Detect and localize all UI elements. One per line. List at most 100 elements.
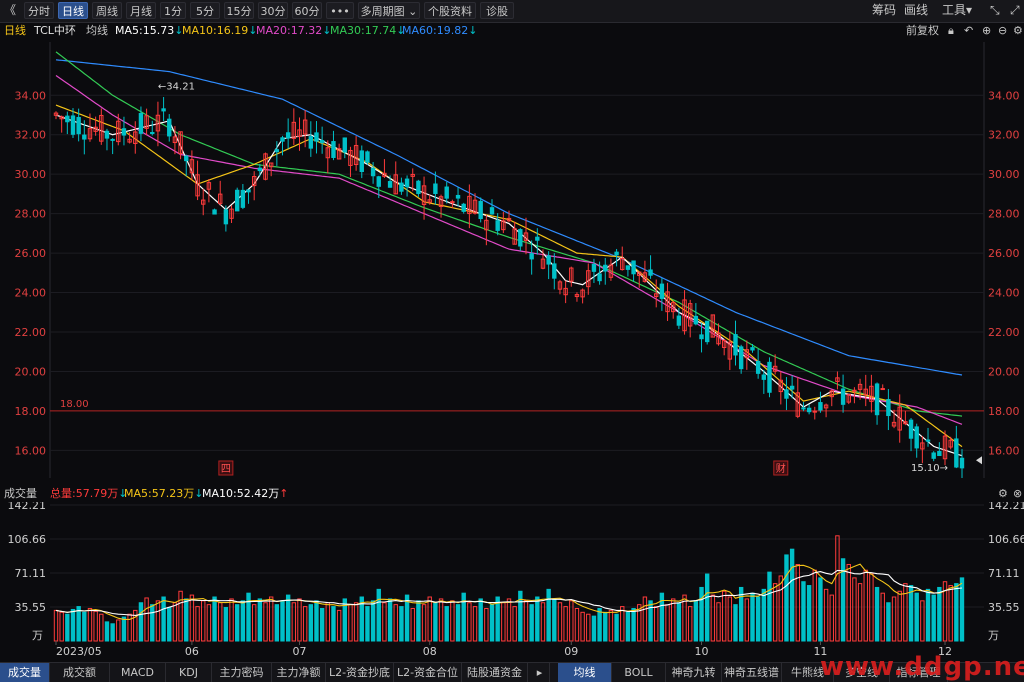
volume-bar bbox=[230, 599, 233, 641]
volume-bar bbox=[71, 609, 74, 641]
candle-body bbox=[451, 202, 454, 203]
volume-bar bbox=[756, 597, 759, 641]
volume-bar bbox=[366, 607, 369, 641]
volume-settings-icon[interactable]: ⚙︎ bbox=[998, 486, 1008, 502]
ma-lines bbox=[56, 52, 962, 456]
indicator-tab-8[interactable]: 陆股通资金 bbox=[462, 663, 528, 682]
indicator-tab-2[interactable]: MACD bbox=[110, 663, 166, 682]
volume-bar bbox=[490, 605, 493, 641]
kline-chart[interactable]: 34.0034.0032.0032.0030.0030.0028.0028.00… bbox=[0, 0, 1024, 662]
volume-bar bbox=[915, 593, 918, 641]
volume-bar bbox=[332, 607, 335, 641]
volume-bar bbox=[309, 605, 312, 641]
event-marker: 财 bbox=[776, 462, 786, 475]
candle-body bbox=[926, 440, 929, 441]
indicator-tab-0[interactable]: 成交量 bbox=[0, 663, 50, 682]
volume-bar bbox=[830, 595, 833, 641]
price-tick-left: 22.00 bbox=[15, 326, 47, 339]
overlay-tab-1[interactable]: BOLL bbox=[612, 663, 666, 682]
volume-bar bbox=[439, 599, 442, 641]
volume-bar bbox=[892, 597, 895, 641]
candle-body bbox=[83, 135, 86, 139]
candle-body bbox=[417, 181, 420, 193]
volume-tick-right: 71.11 bbox=[988, 567, 1020, 580]
candle-body bbox=[388, 182, 391, 188]
price-tick-left: 26.00 bbox=[15, 247, 47, 260]
volume-close-icon[interactable]: ⊗ bbox=[1013, 486, 1022, 502]
volume-bar bbox=[315, 601, 318, 641]
volume-bar bbox=[558, 603, 561, 641]
volume-bar bbox=[632, 608, 635, 641]
indicator-tab-1[interactable]: 成交额 bbox=[50, 663, 110, 682]
overlay-tab-0[interactable]: 均线 bbox=[558, 663, 612, 682]
volume-bar bbox=[196, 607, 199, 641]
volume-bar bbox=[377, 589, 380, 641]
candle-body bbox=[615, 252, 618, 255]
volume-bar bbox=[870, 574, 873, 641]
candle-body bbox=[915, 427, 918, 448]
volume-bar bbox=[898, 591, 901, 641]
candle-body bbox=[677, 316, 680, 325]
volume-bar bbox=[575, 608, 578, 641]
date-label: 10 bbox=[695, 645, 709, 658]
volume-grid bbox=[0, 501, 1024, 607]
volume-bar bbox=[762, 589, 765, 641]
candle-body bbox=[151, 133, 154, 134]
candle-body bbox=[371, 168, 374, 175]
volume-bar bbox=[875, 587, 878, 641]
indicator-tab-3[interactable]: KDJ bbox=[166, 663, 212, 682]
overlay-tab-2[interactable]: 神奇九转 bbox=[666, 663, 722, 682]
volume-bar bbox=[689, 607, 692, 641]
volume-bar bbox=[162, 597, 165, 641]
volume-bar bbox=[655, 607, 658, 641]
volume-bar bbox=[66, 614, 69, 641]
watermark: www.ddgp.net bbox=[820, 652, 1024, 682]
candle-body bbox=[162, 109, 165, 111]
volume-title: 成交量 bbox=[4, 486, 37, 502]
price-tick-right: 28.00 bbox=[988, 208, 1020, 221]
indicator-tab-4[interactable]: 主力密码 bbox=[212, 663, 272, 682]
price-tick-left: 30.00 bbox=[15, 168, 47, 181]
date-label: 2023/05 bbox=[56, 645, 102, 658]
volume-tick-right: 35.55 bbox=[988, 601, 1020, 614]
volume-bar bbox=[456, 605, 459, 641]
volume-bar bbox=[122, 617, 125, 641]
candle-body bbox=[819, 403, 822, 410]
candle-body bbox=[434, 184, 437, 194]
date-axis: 2023/0506070809101112 bbox=[56, 641, 952, 658]
volume-bar bbox=[536, 597, 539, 641]
volume-bar bbox=[592, 616, 595, 641]
volume-bar bbox=[926, 589, 929, 641]
indicator-tab-6[interactable]: L2-资金抄底 bbox=[326, 663, 394, 682]
indicator-tab-5[interactable]: 主力净额 bbox=[272, 663, 326, 682]
candle-body bbox=[105, 131, 108, 138]
price-tick-left: 18.00 bbox=[15, 405, 47, 418]
volume-bar bbox=[547, 589, 550, 641]
tabs-scroll-icon[interactable]: ▸ bbox=[530, 663, 550, 682]
volume-bar bbox=[507, 599, 510, 641]
candle-body bbox=[751, 348, 754, 350]
volume-bar bbox=[649, 601, 652, 641]
candle-body bbox=[139, 113, 142, 133]
date-label: 09 bbox=[564, 645, 578, 658]
volume-bar bbox=[881, 593, 884, 641]
candle-body bbox=[881, 389, 884, 390]
candle-body bbox=[660, 284, 663, 298]
volume-bar bbox=[960, 578, 963, 641]
overlay-tab-3[interactable]: 神奇五线谱 bbox=[722, 663, 782, 682]
ma20-line bbox=[56, 76, 962, 425]
indicator-tab-7[interactable]: L2-资金合位 bbox=[394, 663, 462, 682]
price-tick-right: 18.00 bbox=[988, 405, 1020, 418]
volume-bar bbox=[836, 536, 839, 641]
price-tick-right: 20.00 bbox=[988, 365, 1020, 378]
volume-bar bbox=[609, 610, 612, 641]
volume-bar bbox=[207, 605, 210, 641]
candle-body bbox=[841, 389, 844, 404]
candle-body bbox=[694, 316, 697, 323]
candle-body bbox=[626, 266, 629, 270]
candle-body bbox=[445, 187, 448, 198]
candle-body bbox=[343, 138, 346, 152]
date-label: 06 bbox=[185, 645, 199, 658]
ma30-line bbox=[56, 52, 962, 416]
volume-bar bbox=[739, 587, 742, 641]
